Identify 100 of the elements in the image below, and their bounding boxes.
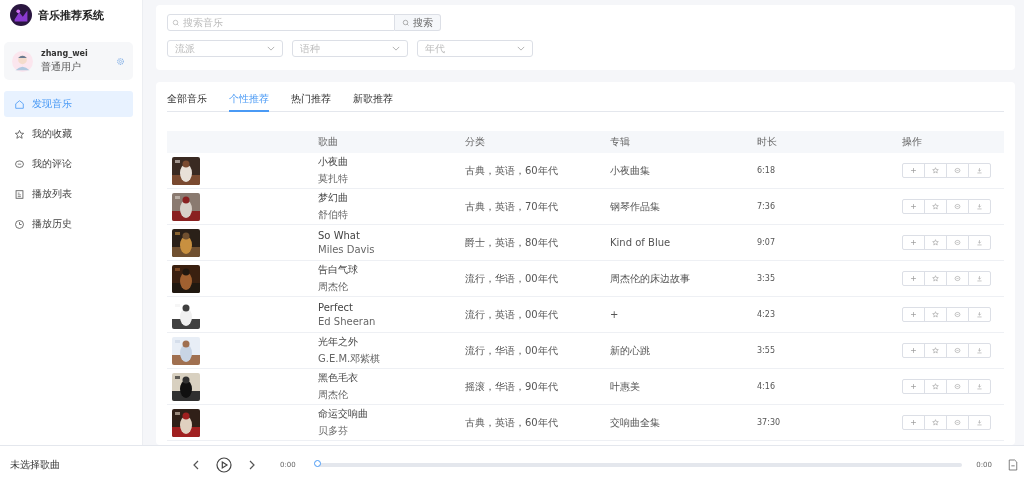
tab[interactable]: 热门推荐: [291, 92, 331, 112]
progress-slider[interactable]: [317, 462, 963, 467]
comment-icon: [954, 275, 961, 282]
comment-button[interactable]: [946, 163, 969, 178]
download-button[interactable]: [968, 307, 991, 322]
tab[interactable]: 全部音乐: [167, 92, 207, 112]
clock-icon: [14, 218, 25, 230]
star-icon: [932, 239, 939, 246]
comment-icon: [954, 203, 961, 210]
comment-button[interactable]: [946, 271, 969, 286]
plus-icon: [910, 275, 917, 282]
song-title: 小夜曲: [318, 155, 349, 169]
song-title: Perfect: [318, 302, 355, 313]
download-button[interactable]: [968, 235, 991, 250]
playlist-icon[interactable]: [1008, 458, 1018, 471]
download-icon: [976, 383, 983, 390]
comment-icon: [954, 383, 961, 390]
add-button[interactable]: [902, 343, 925, 358]
nav-item[interactable]: 播放历史: [4, 211, 133, 237]
favorite-button[interactable]: [924, 235, 947, 250]
nav-item[interactable]: 我的评论: [4, 151, 133, 177]
download-icon: [976, 203, 983, 210]
table-cell-text: 流行，华语，00年代: [465, 271, 559, 286]
tab[interactable]: 新歌推荐: [353, 92, 393, 112]
table-cell-text: 6:18: [757, 166, 776, 175]
favorite-button[interactable]: [924, 415, 947, 430]
download-button[interactable]: [968, 163, 991, 178]
table-cell-text: 流行，英语，00年代: [465, 307, 559, 322]
table-cell-text: 9:07: [757, 238, 776, 247]
favorite-button[interactable]: [924, 379, 947, 394]
song-artist: 贝多芬: [318, 424, 349, 438]
table-cell-text: 古典，英语，60年代: [465, 415, 559, 430]
nav-item[interactable]: 我的收藏: [4, 121, 133, 147]
table-cell-text: Kind of Blue: [610, 237, 672, 248]
download-icon: [976, 167, 983, 174]
comment-button[interactable]: [946, 235, 969, 250]
nav-item[interactable]: 播放列表: [4, 181, 133, 207]
comment-icon: [14, 158, 25, 170]
download-button[interactable]: [968, 415, 991, 430]
comment-button[interactable]: [946, 379, 969, 394]
add-button[interactable]: [902, 415, 925, 430]
song-artist: 舒伯特: [318, 208, 349, 222]
download-button[interactable]: [968, 379, 991, 394]
comment-icon: [954, 311, 961, 318]
comment-button[interactable]: [946, 307, 969, 322]
comment-icon: [954, 347, 961, 354]
column-header: 时长: [757, 135, 778, 149]
comment-button[interactable]: [946, 343, 969, 358]
column-header: 分类: [465, 135, 486, 149]
add-button[interactable]: [902, 199, 925, 214]
song-title: 黑色毛衣: [318, 371, 359, 385]
comment-icon: [954, 167, 961, 174]
play-icon[interactable]: [216, 456, 232, 473]
song-artist: 周杰伦: [318, 388, 349, 402]
add-button[interactable]: [902, 235, 925, 250]
document-icon: [14, 188, 25, 200]
add-button[interactable]: [902, 163, 925, 178]
download-icon: [976, 419, 983, 426]
favorite-button[interactable]: [924, 163, 947, 178]
settings-icon[interactable]: [116, 56, 125, 66]
favorite-button[interactable]: [924, 271, 947, 286]
user-name: zhang_wei: [41, 48, 89, 58]
search-icon: [172, 18, 180, 27]
star-icon: [932, 167, 939, 174]
table-cell-text: 3:55: [757, 346, 776, 355]
star-icon: [932, 383, 939, 390]
search-field[interactable]: 搜索音乐: [167, 14, 395, 31]
table-cell-text: 摇滚，华语，90年代: [465, 379, 559, 394]
comment-button[interactable]: [946, 415, 969, 430]
star-icon: [932, 419, 939, 426]
now-playing: 未选择歌曲: [10, 457, 61, 472]
chevron-down-icon: [267, 46, 275, 51]
favorite-button[interactable]: [924, 343, 947, 358]
comment-button[interactable]: [946, 199, 969, 214]
table-cell-text: 交响曲全集: [610, 415, 661, 430]
song-artist: G.E.M.邓紫棋: [318, 352, 382, 366]
download-button[interactable]: [968, 271, 991, 286]
star-icon: [932, 347, 939, 354]
add-button[interactable]: [902, 271, 925, 286]
add-button[interactable]: [902, 307, 925, 322]
table-cell-text: 爵士，英语，80年代: [465, 235, 559, 250]
slider-thumb[interactable]: [313, 459, 321, 467]
download-button[interactable]: [968, 199, 991, 214]
song-title: 告白气球: [318, 263, 359, 277]
table-cell-text: 3:35: [757, 274, 776, 283]
favorite-button[interactable]: [924, 307, 947, 322]
plus-icon: [910, 383, 917, 390]
search-button[interactable]: 搜索: [395, 14, 441, 31]
add-button[interactable]: [902, 379, 925, 394]
star-icon: [932, 311, 939, 318]
download-icon: [976, 239, 983, 246]
download-button[interactable]: [968, 343, 991, 358]
table-cell-text: 流行，华语，00年代: [465, 343, 559, 358]
app-title: 音乐推荐系统: [38, 7, 104, 23]
table-cell-text: 7:36: [757, 202, 776, 211]
table-cell-text: 古典，英语，60年代: [465, 163, 559, 178]
avatar-icon: [12, 50, 33, 72]
search-icon: [402, 18, 410, 27]
favorite-button[interactable]: [924, 199, 947, 214]
plus-icon: [910, 167, 917, 174]
